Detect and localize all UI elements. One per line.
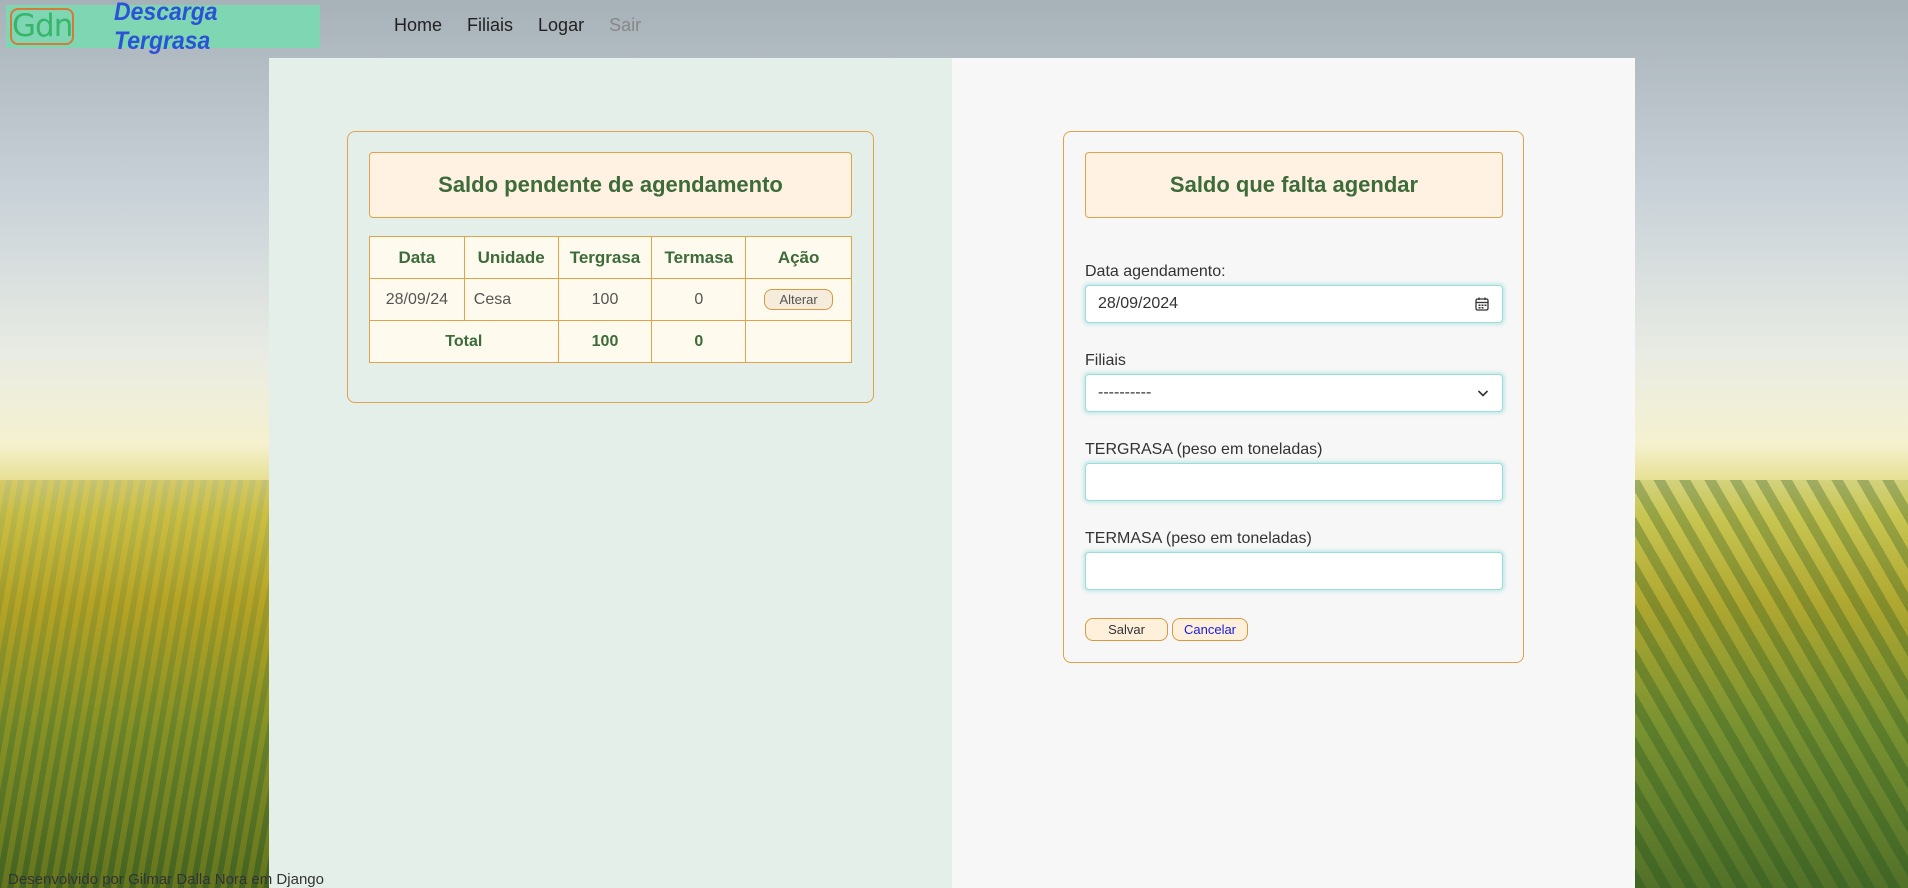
nav-home[interactable]: Home: [394, 15, 442, 36]
tergrasa-input[interactable]: [1085, 463, 1503, 501]
nav-sair[interactable]: Sair: [609, 15, 641, 36]
cancel-button[interactable]: Cancelar: [1172, 618, 1248, 641]
brand-logo[interactable]: Gdn Descarga Tergrasa: [6, 0, 320, 55]
column-header: Tergrasa: [557, 236, 653, 279]
filiais-selected-value: ----------: [1098, 384, 1152, 401]
chevron-down-icon: [1476, 386, 1490, 400]
pending-balance-table: Data Unidade Tergrasa Termasa Ação 28/09…: [369, 236, 852, 363]
table-header-row: Data Unidade Tergrasa Termasa Ação: [369, 236, 852, 279]
date-value: 28/09/2024: [1098, 295, 1179, 312]
main-nav: Home Filiais Logar Sair: [394, 15, 641, 36]
total-empty-cell: [745, 320, 852, 363]
brand-title: Descarga Tergrasa: [114, 0, 218, 55]
alterar-button[interactable]: Alterar: [764, 289, 833, 310]
date-input[interactable]: 28/09/2024: [1085, 285, 1503, 323]
background-field-left: [0, 480, 269, 888]
pending-balance-title: Saldo pendente de agendamento: [369, 152, 852, 218]
total-label: Total: [369, 320, 559, 363]
cell-termasa: 0: [651, 278, 747, 321]
cell-unidade: Cesa: [463, 278, 559, 321]
schedule-form-title: Saldo que falta agendar: [1085, 152, 1503, 218]
nav-logar[interactable]: Logar: [538, 15, 584, 36]
cell-tergrasa: 100: [557, 278, 653, 321]
nav-filiais[interactable]: Filiais: [467, 15, 513, 36]
column-header: Data: [369, 236, 465, 279]
total-termasa: 0: [651, 320, 747, 363]
total-tergrasa: 100: [557, 320, 653, 363]
termasa-label: TERMASA (peso em toneladas): [1085, 530, 1312, 547]
column-header: Unidade: [463, 236, 559, 279]
column-header: Termasa: [651, 236, 747, 279]
calendar-icon[interactable]: [1474, 296, 1490, 312]
date-label: Data agendamento:: [1085, 263, 1226, 280]
cell-data: 28/09/24: [369, 278, 465, 321]
termasa-input[interactable]: [1085, 552, 1503, 590]
footer-credit: Desenvolvido por Gilmar Dalla Nora em Dj…: [8, 871, 324, 888]
logo-mark: Gdn: [10, 8, 74, 45]
filiais-select[interactable]: ----------: [1085, 374, 1503, 412]
save-button[interactable]: Salvar: [1085, 618, 1168, 641]
cell-acao: Alterar: [745, 278, 852, 321]
background-field-right: [1635, 480, 1908, 888]
table-row: 28/09/24 Cesa 100 0 Alterar: [369, 278, 852, 321]
tergrasa-label: TERGRASA (peso em toneladas): [1085, 441, 1323, 458]
total-row: Total 100 0: [369, 320, 852, 363]
column-header: Ação: [745, 236, 852, 279]
filiais-label: Filiais: [1085, 352, 1126, 369]
